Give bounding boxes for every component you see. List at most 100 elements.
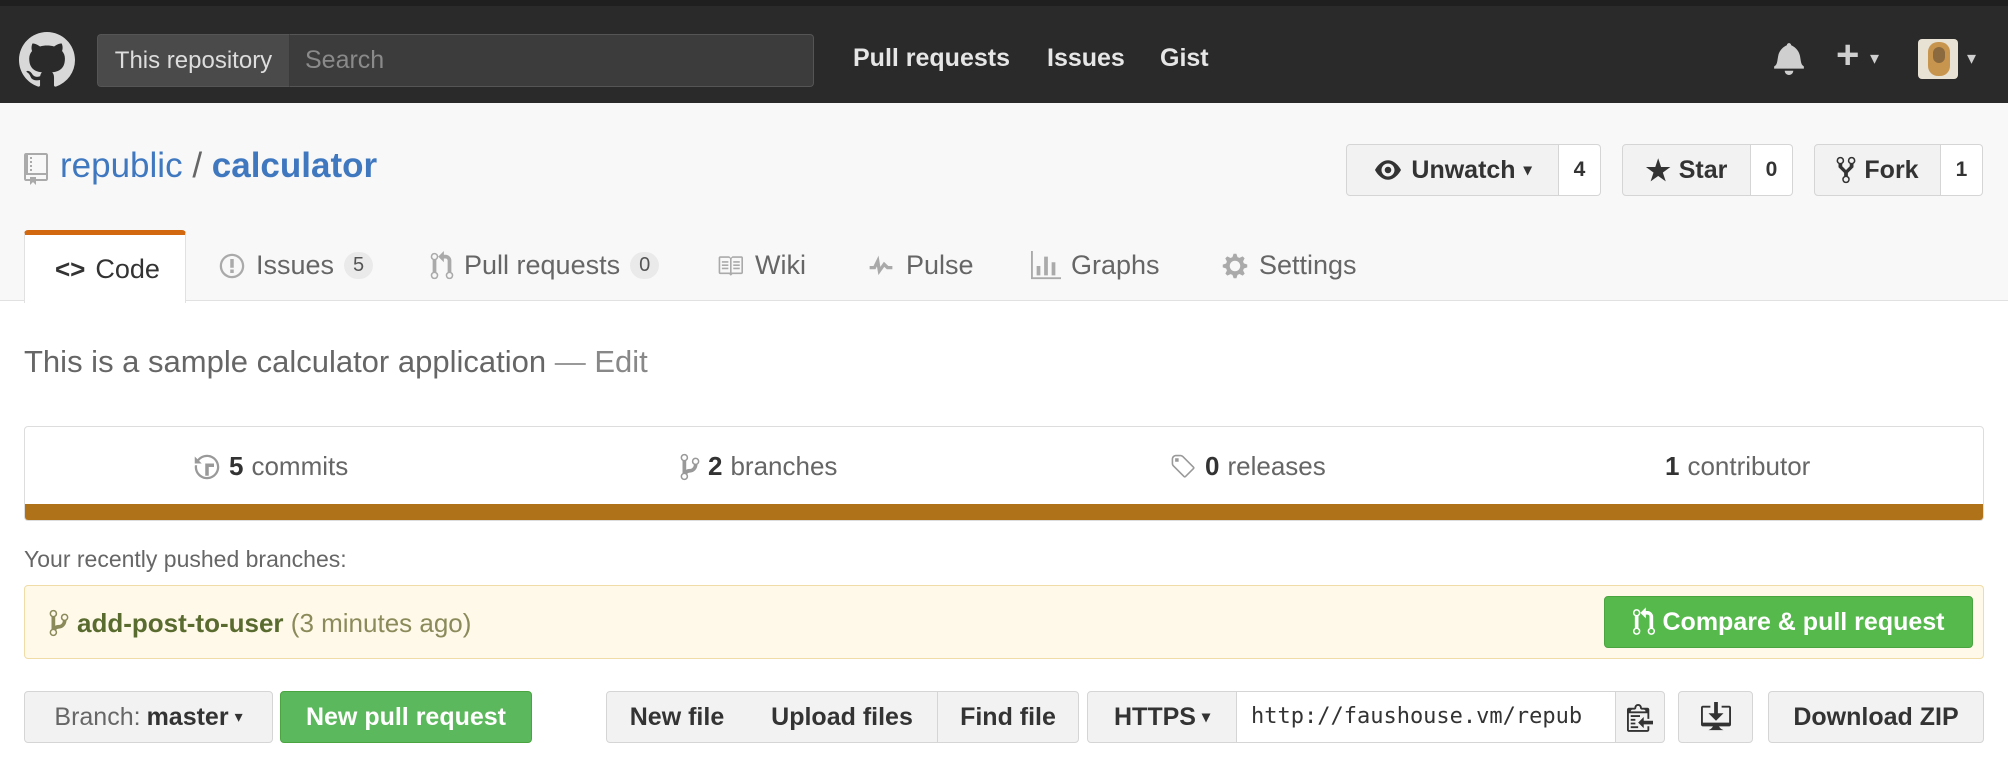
branch-icon <box>680 453 700 480</box>
plus-icon[interactable]: + <box>1836 33 1859 78</box>
pull-requests-count-badge: 0 <box>630 252 660 279</box>
tab-pulse[interactable]: Pulse <box>866 230 974 301</box>
chevron-down-icon: ▾ <box>1201 709 1210 726</box>
releases-count: 0 <box>1205 451 1220 481</box>
repo-owner-link[interactable]: republic <box>60 146 183 185</box>
description-dash: — <box>554 344 586 379</box>
contributors-label: contributor <box>1687 451 1811 481</box>
tab-label: Settings <box>1259 250 1357 280</box>
repo-name-link[interactable]: calculator <box>212 146 377 185</box>
tag-icon <box>1171 454 1195 478</box>
book-icon <box>718 255 743 276</box>
contributors-stat[interactable]: 1 contributor <box>1665 451 1810 482</box>
find-file-button[interactable]: Find file <box>937 691 1079 743</box>
chevron-down-icon: ▾ <box>1523 162 1532 179</box>
search-input[interactable] <box>290 34 814 87</box>
bell-icon[interactable] <box>1773 41 1805 75</box>
branches-stat[interactable]: 2 branches <box>680 451 837 482</box>
open-desktop-button[interactable] <box>1678 691 1753 743</box>
contributors-count: 1 <box>1665 451 1680 481</box>
star-count[interactable]: 0 <box>1751 144 1793 196</box>
branch-time: (3 minutes ago) <box>290 608 472 638</box>
star-label: Star <box>1678 155 1728 184</box>
fork-count[interactable]: 1 <box>1941 144 1983 196</box>
tab-label: Graphs <box>1071 250 1160 280</box>
desktop-download-icon <box>1700 702 1731 731</box>
watch-count[interactable]: 4 <box>1559 144 1601 196</box>
tab-label: Issues <box>256 250 335 280</box>
releases-stat[interactable]: 0 releases <box>1169 451 1326 482</box>
fork-label: Fork <box>1864 155 1919 184</box>
branch-icon <box>49 609 69 637</box>
history-icon <box>194 454 220 479</box>
pull-request-icon <box>1632 607 1655 635</box>
copy-url-button[interactable] <box>1615 691 1665 743</box>
star-icon: ★ <box>1645 154 1671 186</box>
issue-icon <box>219 253 245 278</box>
commits-stat[interactable]: 5 commits <box>193 451 348 482</box>
commits-count: 5 <box>229 451 244 481</box>
repo-icon <box>24 153 48 185</box>
unwatch-label: Unwatch <box>1411 155 1516 184</box>
code-icon: <> <box>55 253 86 284</box>
avatar[interactable] <box>1918 39 1958 79</box>
eye-icon <box>1375 160 1402 180</box>
repo-title: republic / calculator <box>60 146 377 186</box>
nav-gist[interactable]: Gist <box>1160 44 1209 73</box>
upload-files-button[interactable]: Upload files <box>747 691 938 743</box>
repo-summary: 5 commits 2 branches 0 releases 1 contri… <box>24 426 1984 521</box>
branch-current: master <box>146 702 229 731</box>
pulse-icon <box>869 255 893 275</box>
fork-icon <box>1837 156 1856 184</box>
compare-pull-request-button[interactable]: Compare & pull request <box>1604 596 1973 648</box>
releases-label: releases <box>1227 451 1326 481</box>
repo-separator: / <box>192 146 203 185</box>
recent-branches-label: Your recently pushed branches: <box>24 546 347 572</box>
tab-graphs[interactable]: Graphs <box>1031 230 1160 301</box>
tab-code[interactable]: <> Code <box>24 230 186 303</box>
tab-wiki[interactable]: Wiki <box>715 230 806 301</box>
site-header: This repository Pull requests Issues Gis… <box>0 0 2008 103</box>
graph-icon <box>1031 250 1061 279</box>
repo-description: This is a sample calculator application … <box>24 344 648 380</box>
github-logo-icon[interactable] <box>19 32 75 88</box>
tab-label: Pulse <box>906 250 974 280</box>
protocol-select[interactable]: HTTPS ▾ <box>1087 691 1237 743</box>
recent-branch-name[interactable]: add-post-to-user (3 minutes ago) <box>77 608 471 639</box>
nav-issues[interactable]: Issues <box>1047 44 1125 73</box>
new-pull-request-button[interactable]: New pull request <box>280 691 532 743</box>
recent-branch-banner: add-post-to-user (3 minutes ago) Compare… <box>24 585 1984 659</box>
branch-name-text: add-post-to-user <box>77 608 284 638</box>
new-file-button[interactable]: New file <box>606 691 748 743</box>
star-button[interactable]: ★ Star <box>1622 144 1751 196</box>
issues-count-badge: 5 <box>344 252 374 279</box>
unwatch-button[interactable]: Unwatch ▾ <box>1346 144 1559 196</box>
fork-button[interactable]: Fork <box>1814 144 1941 196</box>
commits-label: commits <box>251 451 349 481</box>
description-text: This is a sample calculator application <box>24 344 547 379</box>
tab-issues[interactable]: Issues 5 <box>218 230 374 301</box>
chevron-down-icon: ▾ <box>234 709 243 726</box>
branches-label: branches <box>730 451 838 481</box>
branch-select[interactable]: Branch: master ▾ <box>24 691 273 743</box>
pull-request-icon <box>430 250 454 279</box>
tab-label: Wiki <box>755 250 806 280</box>
clipboard-icon <box>1627 704 1653 732</box>
nav-pull-requests[interactable]: Pull requests <box>853 44 1010 73</box>
edit-description-link[interactable]: Edit <box>594 344 647 379</box>
tab-settings[interactable]: Settings <box>1221 230 1357 301</box>
branches-count: 2 <box>708 451 723 481</box>
branch-prefix: Branch: <box>54 702 141 731</box>
search-scope-label[interactable]: This repository <box>97 34 290 87</box>
compare-label: Compare & pull request <box>1662 607 1945 636</box>
language-bar[interactable] <box>25 504 1983 520</box>
tab-pull-requests[interactable]: Pull requests 0 <box>430 230 660 301</box>
clone-url-input[interactable]: http://faushouse.vm/repub <box>1236 691 1616 743</box>
gear-icon <box>1222 253 1248 278</box>
download-zip-button[interactable]: Download ZIP <box>1768 691 1984 743</box>
protocol-label: HTTPS <box>1114 702 1196 731</box>
chevron-down-icon[interactable]: ▾ <box>1967 48 1976 69</box>
chevron-down-icon[interactable]: ▾ <box>1870 48 1879 69</box>
tab-label: Code <box>95 253 160 284</box>
tab-label: Pull requests <box>464 250 621 280</box>
